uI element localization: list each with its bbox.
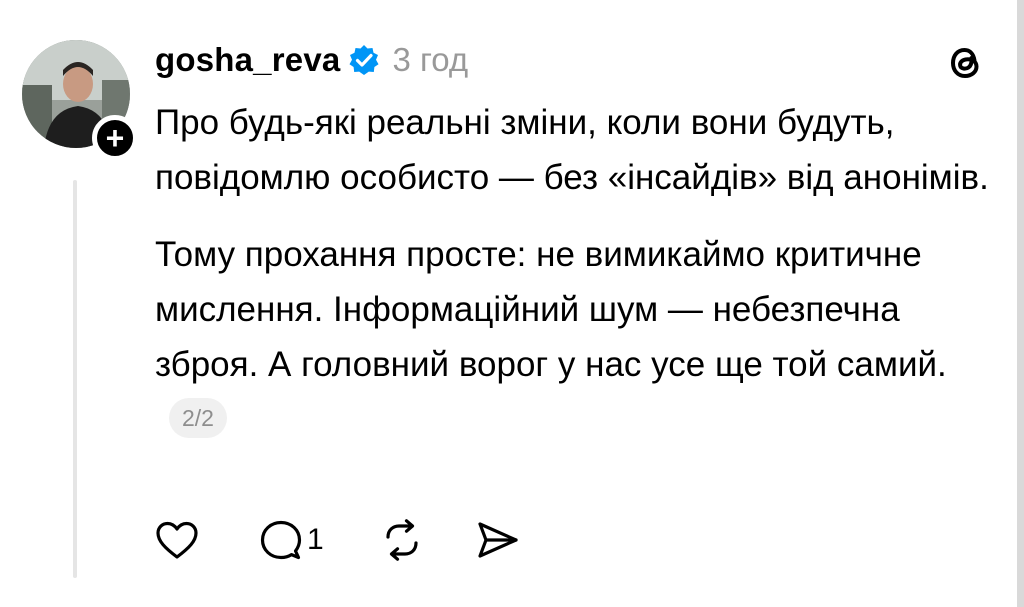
post-timestamp: 3 год (392, 41, 469, 78)
reply-button[interactable]: 1 (259, 519, 324, 561)
post-actions: 1 (155, 515, 520, 565)
send-icon (478, 522, 518, 558)
follow-plus-button[interactable]: + (92, 115, 138, 161)
screen-edge (1017, 0, 1024, 607)
thread-page-indicator: 2/2 (169, 397, 227, 438)
threads-logo-icon[interactable] (944, 40, 988, 84)
username[interactable]: gosha_reva (155, 41, 340, 79)
post-body: Про будь-які реальні зміни, коли вони бу… (155, 95, 1005, 447)
like-button[interactable] (155, 520, 201, 560)
post-paragraph: Тому прохання просте: не вимикаймо крити… (155, 227, 1005, 447)
thread-line (73, 180, 77, 578)
reply-count: 1 (307, 523, 324, 556)
post-paragraph: Про будь-які реальні зміни, коли вони бу… (155, 103, 989, 197)
repost-button[interactable] (380, 519, 424, 561)
share-button[interactable] (476, 520, 520, 560)
comment-icon (260, 520, 302, 560)
plus-icon: + (105, 120, 125, 156)
verified-badge-icon (349, 45, 379, 75)
repost-icon (386, 519, 418, 561)
post-paragraph-text: Тому прохання просте: не вимикаймо крити… (155, 235, 947, 384)
heart-icon (156, 521, 198, 559)
post-header: gosha_reva 3 год (155, 36, 468, 84)
